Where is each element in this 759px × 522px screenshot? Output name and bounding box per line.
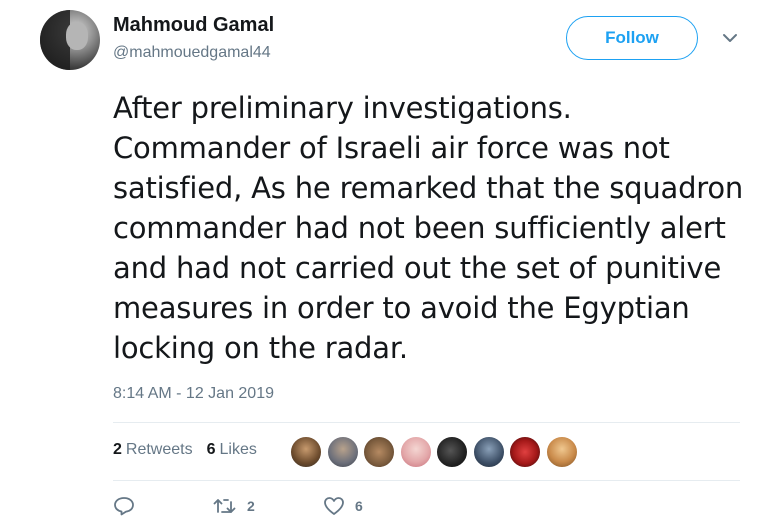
retweet-count: 2 bbox=[247, 498, 255, 514]
user-name[interactable]: Mahmoud Gamal bbox=[113, 14, 274, 37]
like-button[interactable]: 6 bbox=[323, 496, 363, 516]
follow-button[interactable]: Follow bbox=[566, 16, 698, 60]
liker-avatar[interactable] bbox=[326, 436, 359, 468]
tweet-text: After preliminary investigations. Comman… bbox=[113, 91, 744, 365]
heart-icon bbox=[324, 497, 344, 515]
avatar[interactable] bbox=[40, 10, 100, 70]
liker-avatar[interactable] bbox=[363, 436, 395, 468]
divider bbox=[113, 422, 740, 423]
user-handle[interactable]: @mahmouedgamal44 bbox=[113, 44, 271, 62]
liker-avatar[interactable] bbox=[290, 436, 322, 468]
retweet-icon bbox=[213, 499, 236, 513]
divider bbox=[113, 480, 740, 481]
retweets-count[interactable]: 2 bbox=[113, 441, 122, 459]
tweet-stats: 2 Retweets 6 Likes bbox=[113, 441, 257, 459]
retweets-label[interactable]: Retweets bbox=[126, 441, 193, 459]
avatar-face bbox=[66, 22, 88, 50]
tweet-actions: 2 6 bbox=[113, 496, 363, 516]
chevron-down-icon[interactable] bbox=[722, 32, 738, 44]
liker-avatar[interactable] bbox=[436, 436, 468, 468]
likes-label[interactable]: Likes bbox=[220, 441, 257, 459]
like-count: 6 bbox=[355, 498, 363, 514]
liker-avatar[interactable] bbox=[545, 436, 578, 468]
likers-avatars bbox=[290, 436, 582, 468]
tweet-timestamp[interactable]: 8:14 AM - 12 Jan 2019 bbox=[113, 385, 274, 403]
liker-avatar[interactable] bbox=[509, 436, 541, 468]
likes-count[interactable]: 6 bbox=[207, 441, 216, 459]
liker-avatar[interactable] bbox=[399, 436, 432, 468]
retweet-button[interactable]: 2 bbox=[213, 497, 323, 515]
reply-icon bbox=[114, 497, 134, 516]
liker-avatar[interactable] bbox=[472, 436, 505, 468]
reply-button[interactable] bbox=[113, 496, 213, 516]
